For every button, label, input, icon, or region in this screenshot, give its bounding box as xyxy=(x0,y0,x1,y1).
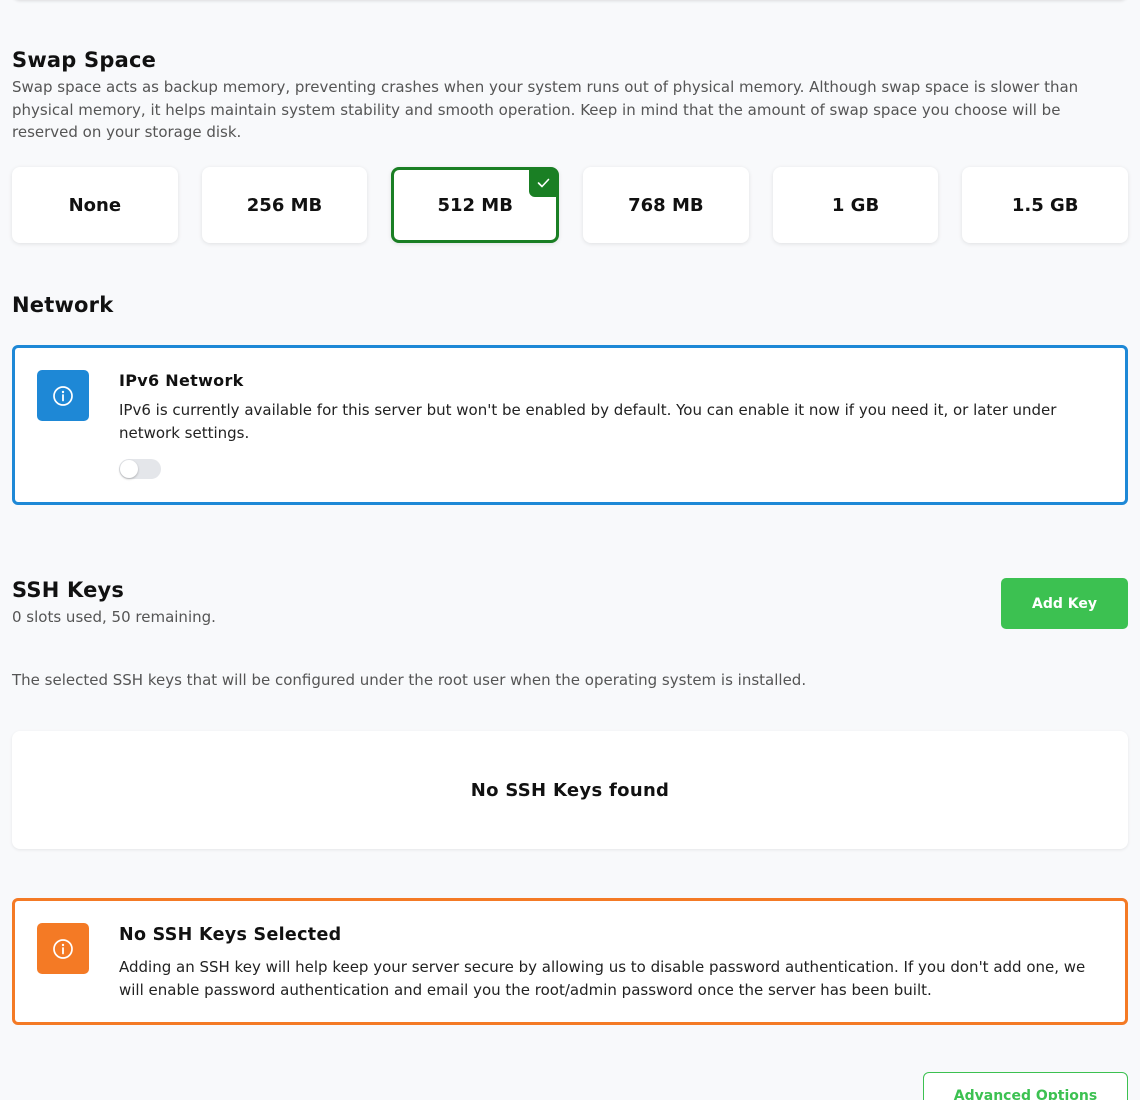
ssh-slots-text: 0 slots used, 50 remaining. xyxy=(12,608,216,626)
swap-options: None 256 MB 512 MB 768 MB 1 GB 1.5 GB xyxy=(12,167,1129,243)
warning-text: Adding an SSH key will help keep your se… xyxy=(119,958,1086,999)
network-title: Network xyxy=(12,293,114,317)
check-icon xyxy=(529,168,559,197)
swap-space-title: Swap Space xyxy=(12,48,157,72)
swap-space-description: Swap space acts as backup memory, preven… xyxy=(12,78,1079,141)
swap-option-1gb[interactable]: 1 GB xyxy=(772,167,939,243)
ssh-keys-empty-state: No SSH Keys found xyxy=(12,731,1128,849)
ipv6-title: IPv6 Network xyxy=(119,371,244,390)
ipv6-network-box: IPv6 Network IPv6 is currently available… xyxy=(12,345,1128,505)
advanced-options-button[interactable]: Advanced Options xyxy=(923,1072,1128,1100)
toggle-knob xyxy=(120,460,138,478)
swap-option-1-5gb[interactable]: 1.5 GB xyxy=(962,167,1129,243)
info-icon xyxy=(37,923,89,974)
swap-option-none[interactable]: None xyxy=(12,167,178,243)
add-key-button[interactable]: Add Key xyxy=(1001,578,1128,629)
swap-option-768mb[interactable]: 768 MB xyxy=(583,167,749,243)
swap-option-512mb[interactable]: 512 MB xyxy=(391,167,560,243)
no-ssh-keys-warning: No SSH Keys Selected Adding an SSH key w… xyxy=(12,898,1128,1025)
info-icon xyxy=(37,370,89,421)
swap-option-256mb[interactable]: 256 MB xyxy=(201,167,368,243)
ssh-keys-title: SSH Keys xyxy=(12,578,125,602)
ipv6-toggle[interactable] xyxy=(119,459,161,479)
ipv6-text: IPv6 is currently available for this ser… xyxy=(119,401,1057,442)
ssh-keys-description: The selected SSH keys that will be confi… xyxy=(12,671,807,689)
warning-title: No SSH Keys Selected xyxy=(119,925,342,945)
